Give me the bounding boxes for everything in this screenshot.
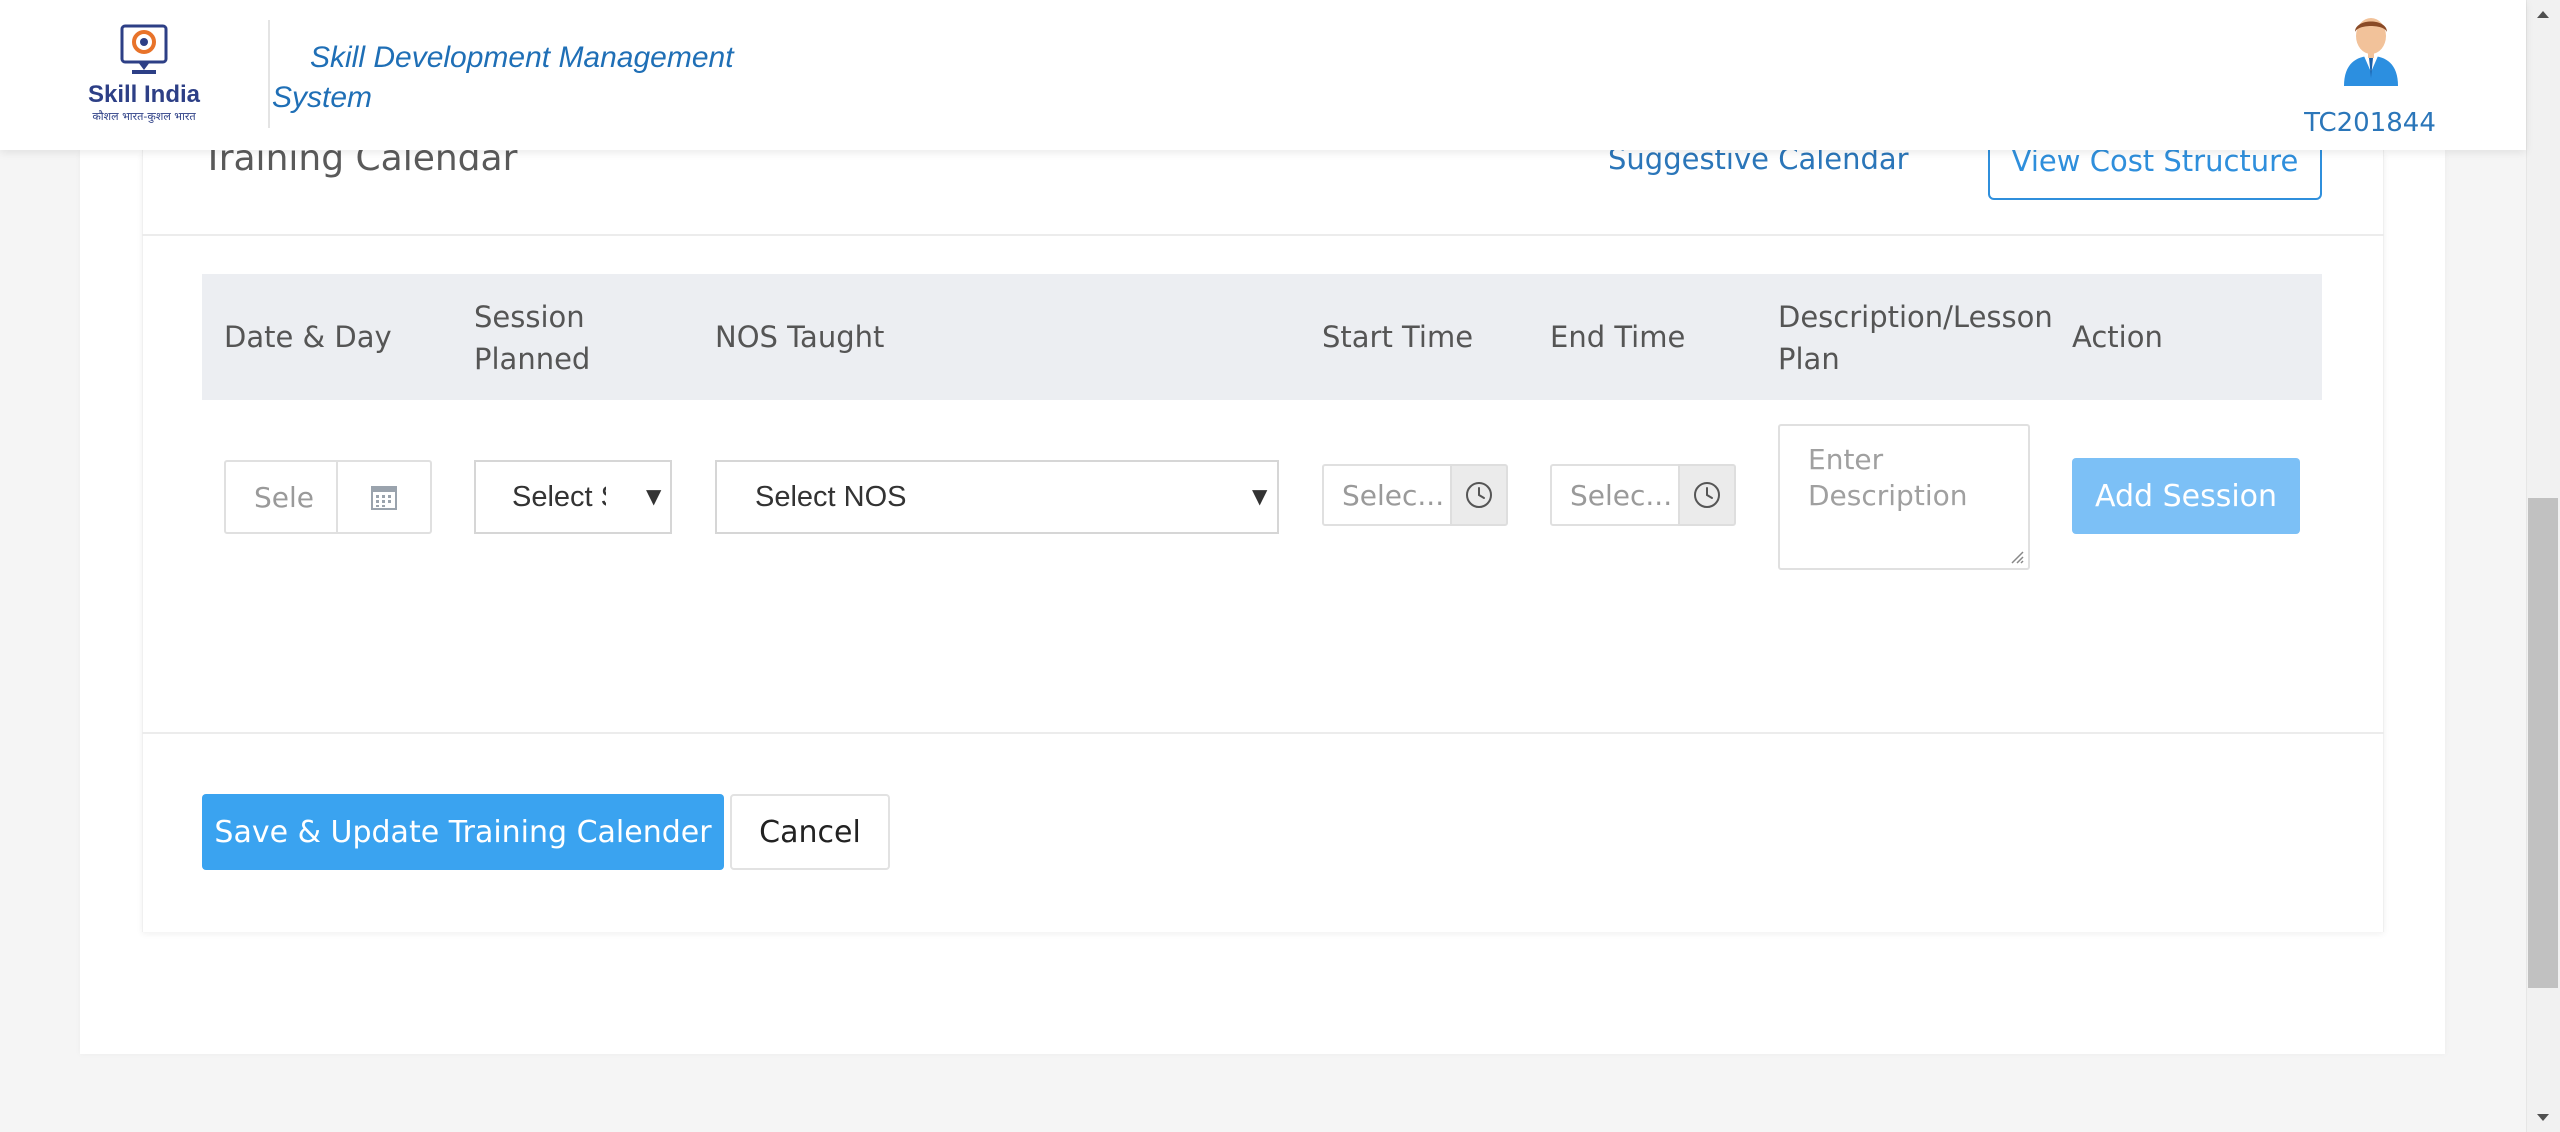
- scroll-down-arrow-icon[interactable]: [2526, 1106, 2560, 1130]
- skill-india-logo[interactable]: Skill India कौशल भारत-कुशल भारत: [80, 22, 210, 132]
- session-select-value: Select S: [512, 480, 606, 513]
- card-footer-divider: [142, 732, 2384, 734]
- user-id-label[interactable]: TC201844: [2290, 108, 2450, 138]
- app-header: Skill India कौशल भारत-कुशल भारत Skill De…: [0, 0, 2526, 150]
- add-session-button[interactable]: Add Session: [2072, 458, 2300, 534]
- nos-select-value: Select NOS: [755, 480, 907, 513]
- nos-chevron-down-icon: ▼: [1252, 484, 1268, 508]
- clock-icon: [1694, 482, 1720, 508]
- app-title: Skill Development Management System: [272, 41, 734, 114]
- column-description: Description/Lesson Plan: [1778, 300, 2053, 376]
- scrollbar-thumb[interactable]: [2528, 498, 2558, 988]
- cancel-button[interactable]: Cancel: [730, 794, 890, 870]
- session-chevron-down-icon: ▼: [646, 484, 662, 508]
- column-date-day: Date & Day: [224, 320, 392, 354]
- save-update-calendar-button[interactable]: Save & Update Training Calender: [202, 794, 724, 870]
- logo-divider: [268, 20, 270, 128]
- skill-india-logo-icon: Skill India कौशल भारत-कुशल भारत: [88, 24, 201, 123]
- date-input[interactable]: Sele: [224, 460, 338, 534]
- scroll-up-arrow-icon[interactable]: [2526, 2, 2560, 26]
- resize-grip-icon[interactable]: [2010, 550, 2024, 564]
- start-time-input[interactable]: Selec...: [1322, 464, 1452, 526]
- description-textarea[interactable]: Enter Description: [1778, 424, 2030, 570]
- end-time-input[interactable]: Selec...: [1550, 464, 1680, 526]
- column-action: Action: [2072, 320, 2163, 354]
- column-end-time: End Time: [1550, 320, 1686, 354]
- user-avatar-icon[interactable]: [2334, 12, 2408, 86]
- calendar-icon: [371, 486, 397, 510]
- session-planned-select[interactable]: Select S: [474, 460, 672, 534]
- start-time-picker-button[interactable]: [1450, 464, 1508, 526]
- svg-text:Skill India: Skill India: [88, 81, 201, 108]
- description-placeholder: Enter Description: [1808, 443, 1968, 512]
- card-header-divider: [142, 234, 2384, 236]
- end-time-picker-button[interactable]: [1678, 464, 1736, 526]
- column-start-time: Start Time: [1322, 320, 1474, 354]
- clock-icon: [1466, 482, 1492, 508]
- svg-text:कौशल भारत-कुशल भारत: कौशल भारत-कुशल भारत: [92, 110, 196, 123]
- nos-taught-select[interactable]: Select NOS: [715, 460, 1279, 534]
- column-nos-taught: NOS Taught: [715, 320, 885, 354]
- calendar-button[interactable]: [336, 460, 432, 534]
- column-session-planned: Session Planned: [474, 300, 591, 376]
